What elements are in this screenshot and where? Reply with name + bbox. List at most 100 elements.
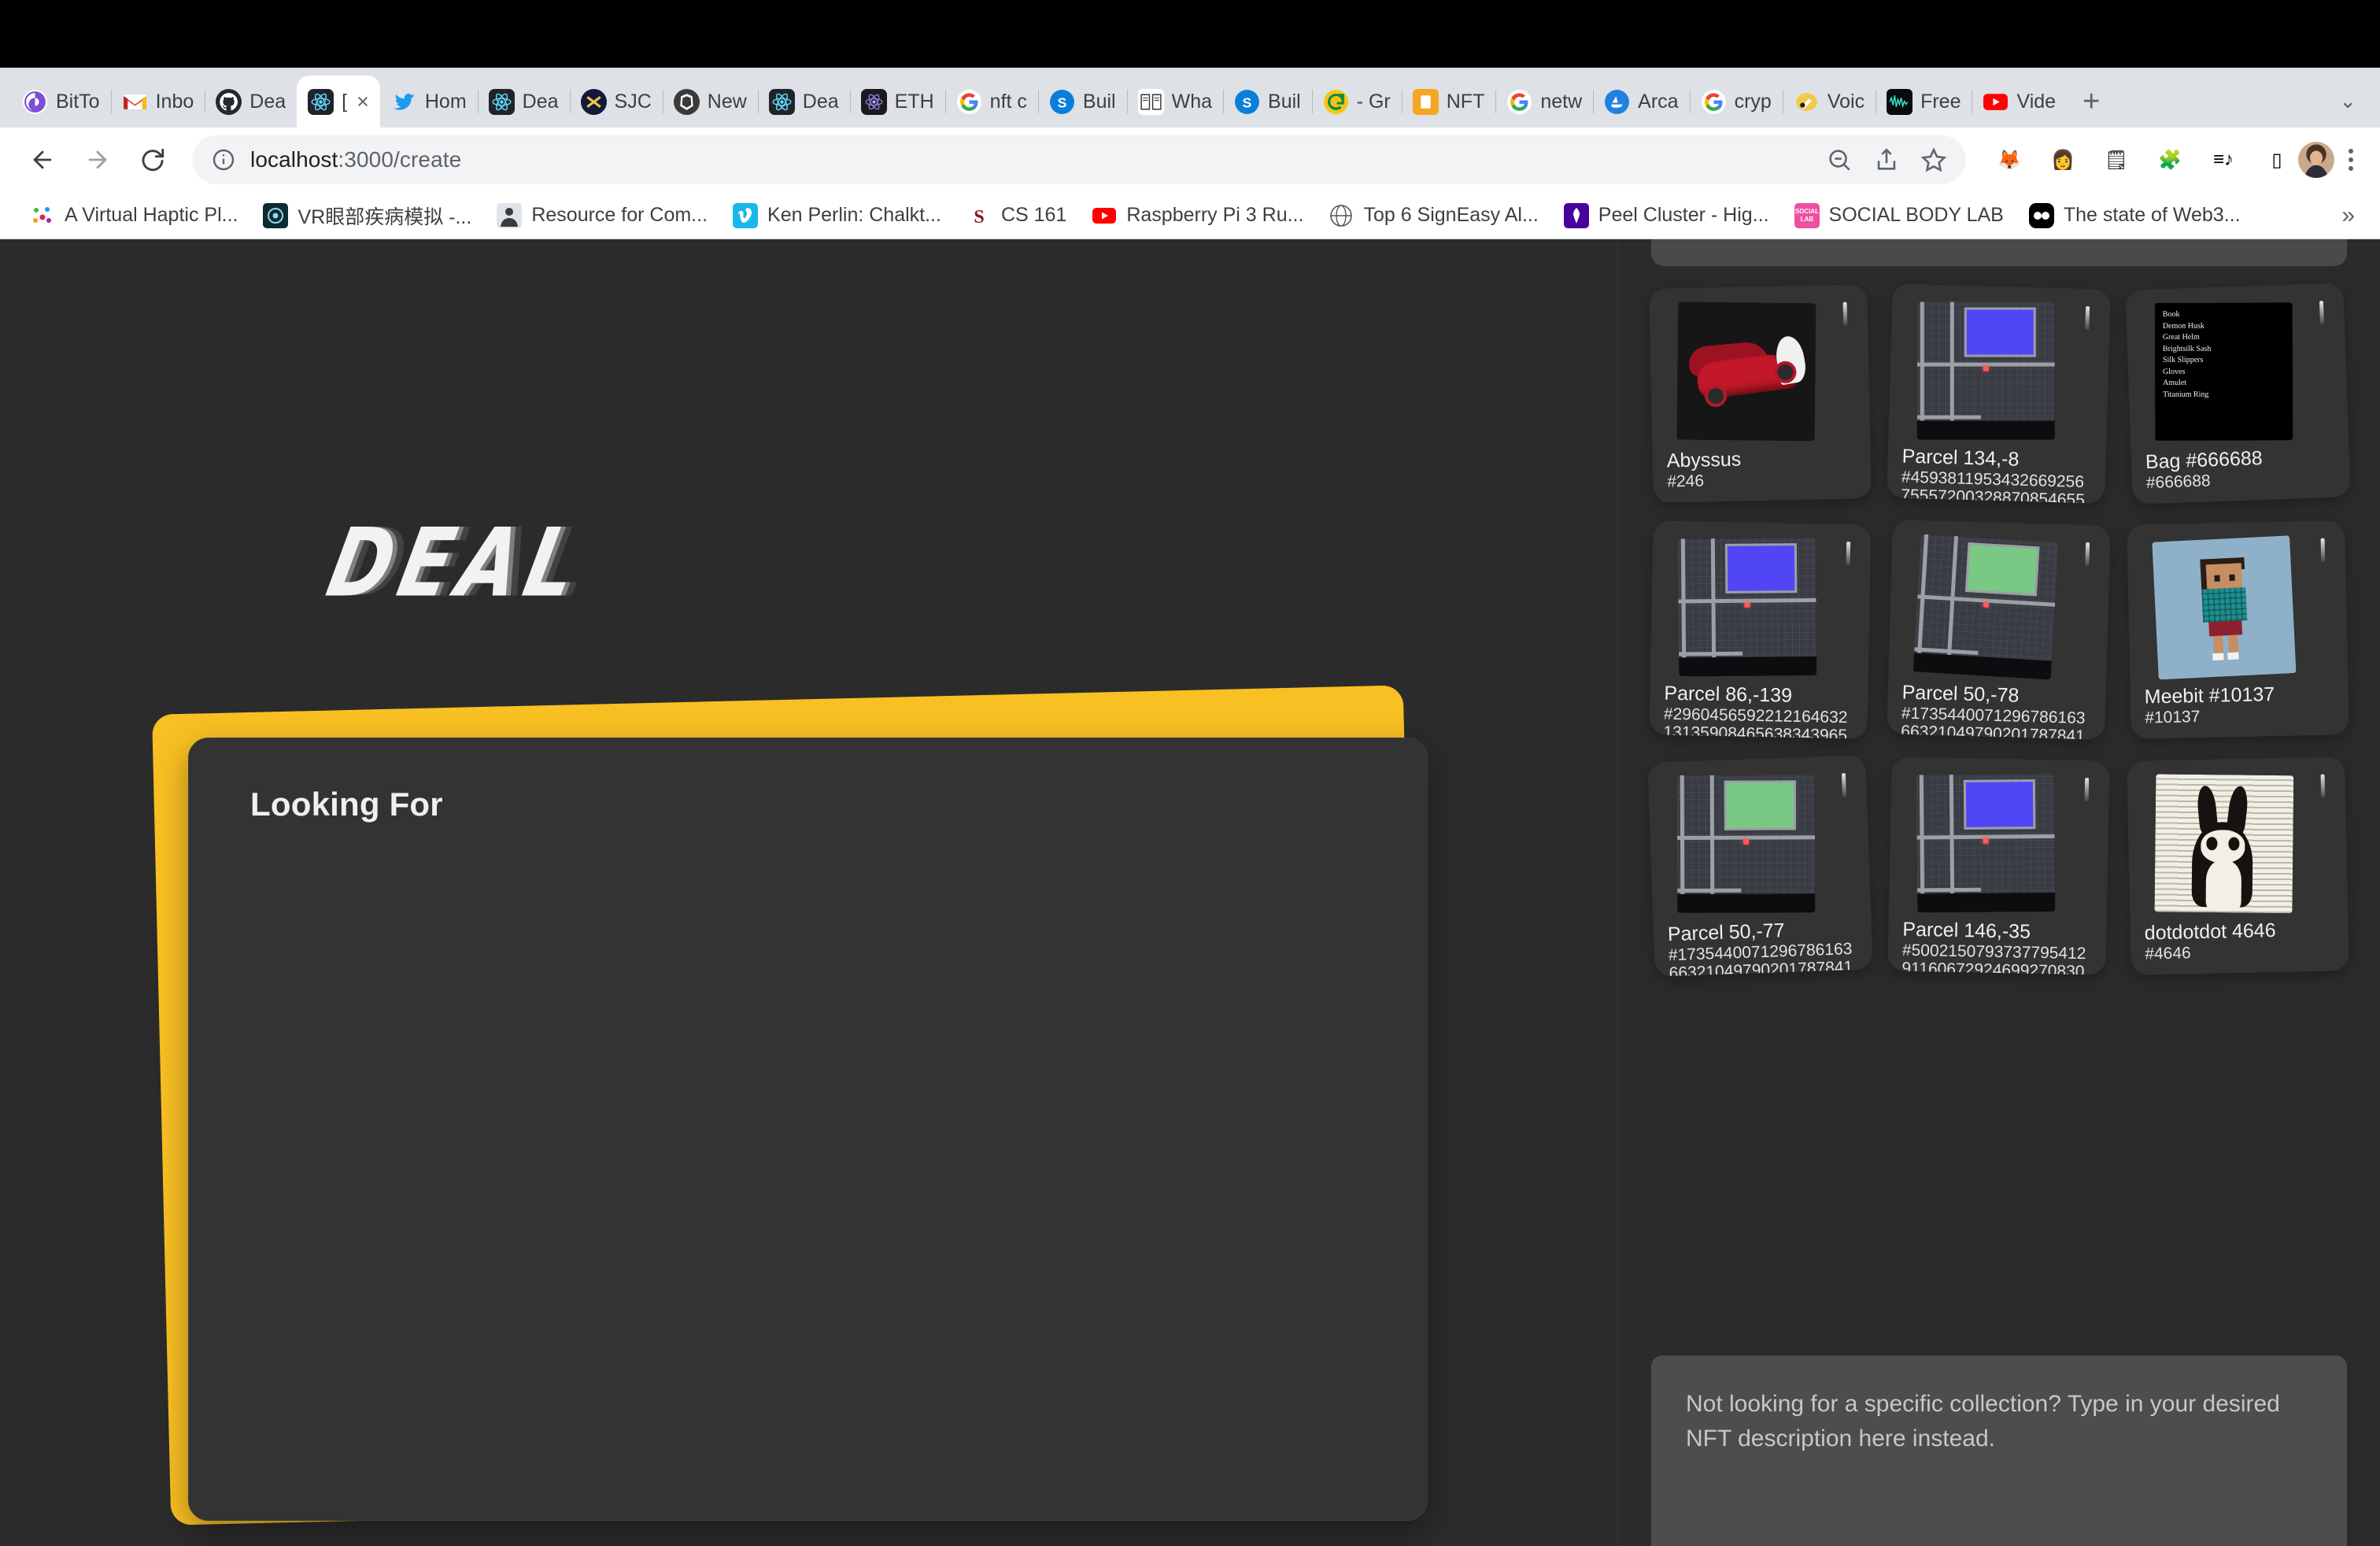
nft-name: Parcel 86,-139 [1664,682,1793,707]
browser-tab-6[interactable]: SJC [569,76,663,128]
tab-label: netw [1540,91,1583,112]
browser-tab-15[interactable]: NFT [1401,76,1496,128]
bookmark-1[interactable]: VR眼部疾病模拟 -... [250,197,484,235]
bookmark-0[interactable]: A Virtual Haptic Pl... [17,197,250,235]
browser-tab-19[interactable]: Voic [1782,76,1876,128]
nft-token-id: #4646 [2144,944,2191,963]
nft-token-id: #246 [1667,472,1705,491]
bookmark-label: The state of Web3... [2063,204,2241,226]
url-host: localhost [250,147,338,172]
looking-for-card-stack: Looking For [152,685,1436,1538]
bookmark-8[interactable]: SOCIAL LAB SOCIAL BODY LAB [1782,197,2016,235]
collection-search-input[interactable] [1651,239,2347,266]
zoom-out-icon[interactable] [1826,146,1853,173]
share-icon[interactable] [1873,146,1900,173]
looking-for-card[interactable]: Looking For [188,738,1428,1521]
new-tab-button[interactable]: + [2067,87,2116,128]
browser-tab-7[interactable]: New [662,76,758,128]
browser-tab-9[interactable]: ETH [849,76,945,128]
tab-label: Arca [1638,91,1679,112]
nft-token-id: #10137 [2144,707,2201,727]
nft-card-0[interactable]: Abyssus #246 [1649,284,1872,503]
nft-thumbnail: Book Demon Husk Great Helm Brightsilk Sash S… [2154,302,2293,441]
looking-for-title: Looking For [250,786,443,823]
nft-card-3[interactable]: Parcel 86,-139 #2960456592212164632131359… [1649,520,1872,739]
nft-card-corner-marker [2085,542,2090,567]
tab-label: Hom [424,91,467,112]
copy-extension-icon[interactable]: 🗒 [2100,143,2133,176]
reload-button[interactable] [128,135,178,185]
ethereum-icon [860,88,887,115]
tab-close-icon[interactable]: × [357,90,369,114]
browser-tab-12[interactable]: Wha [1126,76,1223,128]
bookmark-7[interactable]: Peel Cluster - Hig... [1551,197,1782,235]
tab-list-chevron-icon[interactable]: ⌄ [2339,89,2374,128]
url-text: localhost:3000/create [250,147,461,172]
bookmark-2[interactable]: Resource for Com... [484,197,720,235]
nft-card-2[interactable]: Book Demon Husk Great Helm Brightsilk Sash S… [2124,283,2351,505]
browser-tab-13[interactable]: S Buil [1223,76,1312,128]
bookmark-label: Raspberry Pi 3 Ru... [1126,204,1304,226]
nft-description-textarea[interactable] [1651,1356,2347,1546]
bookmark-label: Ken Perlin: Chalkt... [767,204,941,226]
tab-label: Free [1920,91,1961,112]
browser-tab-3[interactable]: [× [297,76,380,128]
bookmark-label: CS 161 [1000,204,1067,226]
person-icon [497,202,523,228]
browser-tab-0[interactable]: BitTo [11,76,111,128]
nft-card-8[interactable]: dotdotdot 4646 #4646 [2126,756,2349,975]
nft-card-5[interactable]: Meebit #10137 #10137 [2126,520,2349,739]
browser-tab-10[interactable]: nft c [944,76,1038,128]
browser-menu-button[interactable] [2339,149,2363,171]
svg-text:S: S [974,207,984,227]
bittorrent-icon [22,89,48,115]
page-content: DEAL Looking For Abyssus #246 Parcel 134,-… [0,239,2380,1546]
parcel-map-art [1677,537,1817,677]
browser-tab-18[interactable]: cryp [1689,76,1783,128]
nft-card-corner-marker [2085,778,2090,802]
profile-extension-icon[interactable]: 👩 [2046,143,2079,176]
browser-tab-17[interactable]: Arca [1593,76,1689,128]
nft-token-id: #173544007129678616366321049790201787841… [1901,704,2086,740]
browser-tab-11[interactable]: S Buil [1037,76,1127,128]
forward-button[interactable] [72,135,123,185]
bookmark-label: Peel Cluster - Hig... [1598,204,1769,226]
opensea-icon [1604,89,1630,115]
metamask-icon[interactable]: 🦊 [1993,143,2026,176]
nft-card-4[interactable]: Parcel 50,-78 #17354400712967861636632104… [1887,520,2112,740]
browser-tab-5[interactable]: Dea [477,76,570,128]
browser-tab-8[interactable]: Dea [757,76,850,128]
bookmark-9[interactable]: The state of Web3... [2016,197,2253,235]
deal-logo: DEAL [319,508,595,618]
nft-card-corner-marker [1842,301,1848,326]
nft-thumbnail [1913,534,2060,680]
nft-card-6[interactable]: Parcel 50,-77 #17354400712967861636632104… [1647,755,1873,977]
tab-label: Buil [1268,91,1301,112]
profile-avatar[interactable] [2298,142,2334,178]
back-button[interactable] [17,135,68,185]
bookmark-5[interactable]: Raspberry Pi 3 Ru... [1079,197,1316,235]
bookmark-6[interactable]: Top 6 SignEasy Al... [1316,197,1550,235]
site-info-icon[interactable] [211,147,236,172]
vr-icon [263,202,289,228]
reading-mode-icon[interactable]: ▯ [2260,143,2293,176]
browser-tab-21[interactable]: Vide [1972,76,2067,128]
nft-card-1[interactable]: Parcel 134,-8 #45938119534326692567555720… [1887,283,2112,504]
browser-tab-4[interactable]: Hom [380,76,478,128]
browser-tab-20[interactable]: Free [1876,76,1972,128]
bookmarks-overflow-button[interactable]: » [2341,202,2363,229]
url-path: :3000/create [338,147,462,172]
twitter-icon [391,89,417,115]
bookmark-star-icon[interactable] [1920,146,1947,173]
browser-tab-1[interactable]: Inbo [110,76,205,128]
media-queue-icon[interactable]: ≡♪ [2207,143,2240,176]
address-bar[interactable]: localhost:3000/create [192,135,1966,184]
browser-tab-14[interactable]: - Gr [1311,76,1402,128]
nft-card-corner-marker [1842,773,1847,797]
bookmark-3[interactable]: Ken Perlin: Chalkt... [720,197,954,235]
bookmark-4[interactable]: S CS 161 [954,197,1079,235]
puzzle-extensions-icon[interactable]: 🧩 [2153,143,2186,176]
nft-card-7[interactable]: Parcel 146,-35 #5002150793737795412911606… [1887,756,2111,975]
browser-tab-16[interactable]: netw [1495,76,1593,128]
browser-tab-2[interactable]: Dea [205,76,297,128]
